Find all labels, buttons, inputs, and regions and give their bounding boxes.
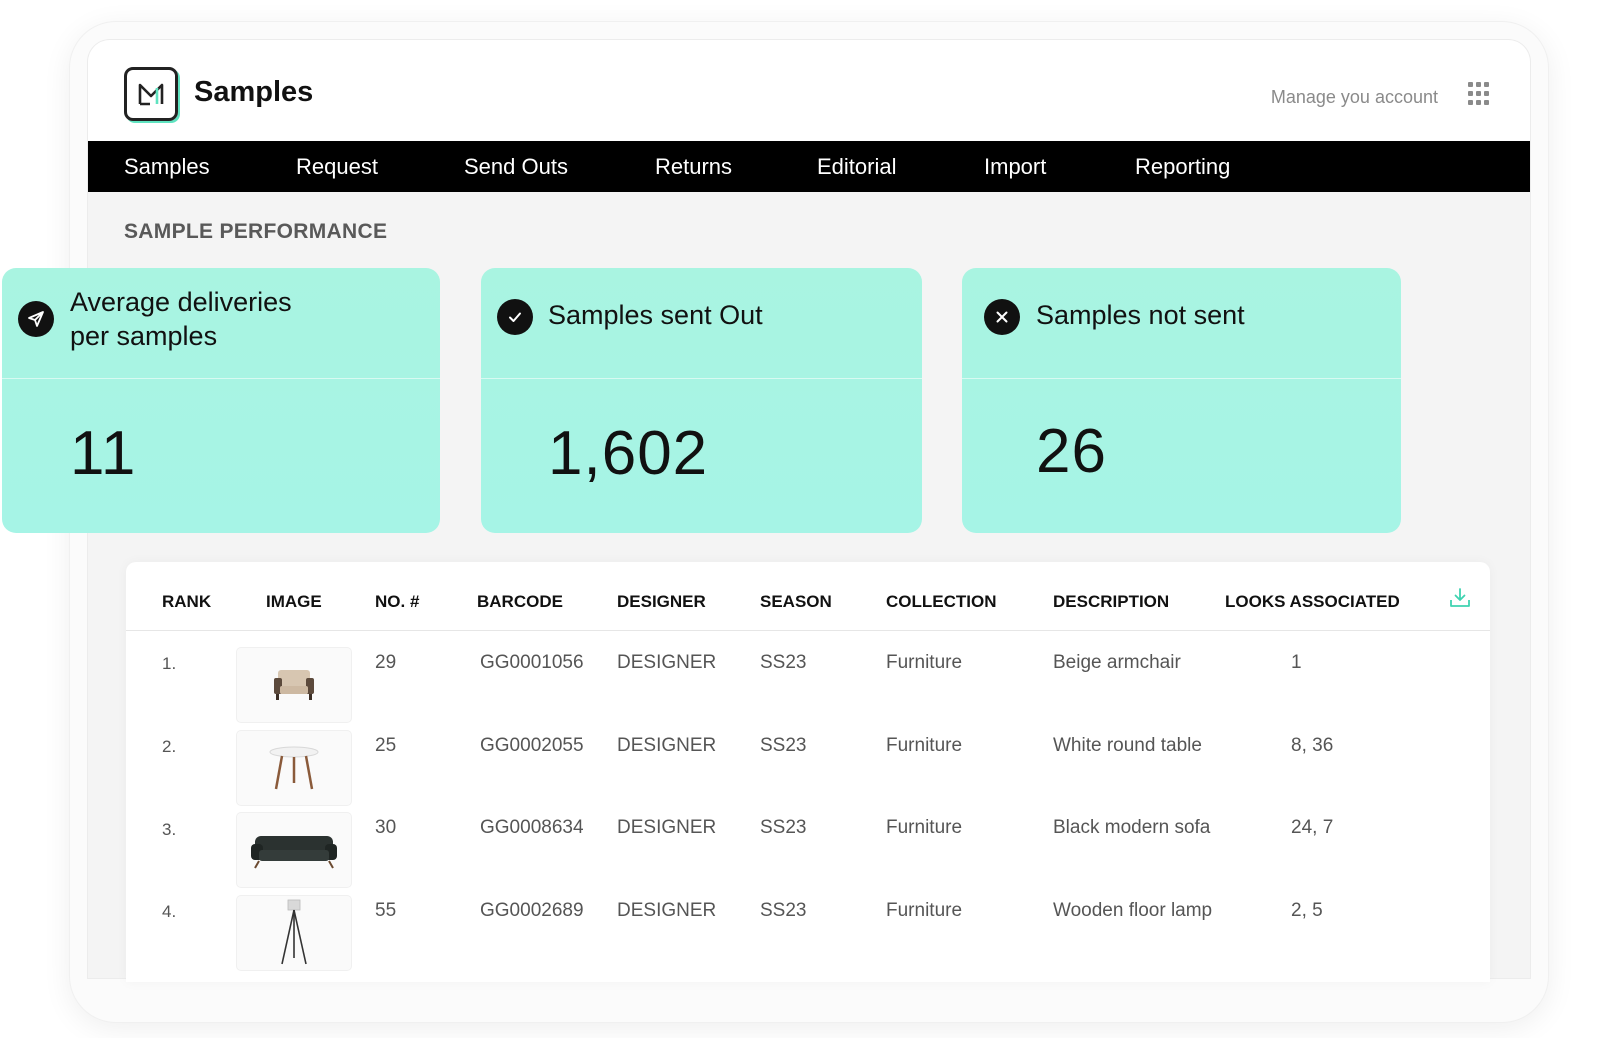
x-circle-icon	[984, 299, 1020, 335]
sample-image-armchair[interactable]	[237, 648, 351, 722]
cell-collection: Furniture	[886, 735, 963, 756]
card-divider	[481, 378, 922, 379]
paper-plane-icon	[18, 301, 54, 337]
cell-barcode: GG0008634	[480, 817, 584, 838]
nav-item-request[interactable]: Request	[296, 154, 378, 180]
col-header-image[interactable]: IMAGE	[266, 592, 322, 612]
stat-value: 26	[1036, 417, 1107, 486]
nav-item-samples[interactable]: Samples	[124, 154, 210, 180]
card-divider	[962, 378, 1401, 379]
nav-item-send-outs[interactable]: Send Outs	[464, 154, 568, 180]
app-logo-icon[interactable]	[124, 67, 178, 121]
cell-barcode: GG0002689	[480, 900, 584, 921]
app-title: Samples	[194, 76, 314, 108]
download-icon[interactable]	[1448, 586, 1472, 610]
cell-no: 29	[375, 652, 397, 673]
cell-looks: 1	[1291, 652, 1302, 673]
cell-rank: 1.	[162, 654, 177, 673]
col-header-barcode[interactable]: BARCODE	[477, 592, 563, 612]
nav-item-reporting[interactable]: Reporting	[1135, 154, 1230, 180]
cell-season: SS23	[760, 735, 807, 756]
cell-description: White round table	[1053, 735, 1202, 756]
nav-item-editorial[interactable]: Editorial	[817, 154, 896, 180]
card-divider	[2, 378, 440, 379]
col-header-designer[interactable]: DESIGNER	[617, 592, 706, 612]
cell-rank: 4.	[162, 902, 177, 921]
cell-designer: DESIGNER	[617, 735, 717, 756]
cell-collection: Furniture	[886, 817, 963, 838]
sample-image-round-table[interactable]	[237, 731, 351, 805]
stat-card-samples-not-sent: Samples not sent 26	[962, 268, 1401, 533]
cell-description: Wooden floor lamp	[1053, 900, 1213, 921]
cell-barcode: GG0001056	[480, 652, 584, 673]
stat-card-average-deliveries: Average deliveries per samples 11	[2, 268, 440, 533]
cell-looks: 24, 7	[1291, 817, 1334, 838]
stat-label-line2: per samples	[70, 321, 218, 351]
cell-no: 55	[375, 900, 397, 921]
cell-designer: DESIGNER	[617, 817, 717, 838]
stat-label: Average deliveries per samples	[70, 285, 292, 353]
stat-label: Samples not sent	[1036, 300, 1245, 330]
check-circle-icon	[497, 299, 533, 335]
nav-item-returns[interactable]: Returns	[655, 154, 732, 180]
section-title: SAMPLE PERFORMANCE	[124, 220, 388, 243]
col-header-rank[interactable]: RANK	[162, 592, 211, 612]
stat-value: 1,602	[548, 419, 709, 488]
col-header-description[interactable]: DESCRIPTION	[1053, 592, 1169, 612]
sample-performance-table: RANK IMAGE NO. # BARCODE DESIGNER SEASON…	[126, 562, 1490, 982]
cell-season: SS23	[760, 817, 807, 838]
stat-value: 11	[70, 419, 137, 488]
top-bar: Samples Manage you account	[88, 40, 1530, 141]
cell-description: Beige armchair	[1053, 652, 1181, 673]
cell-season: SS23	[760, 652, 807, 673]
cell-rank: 3.	[162, 820, 177, 839]
col-header-no[interactable]: NO. #	[375, 592, 419, 612]
cell-looks: 2, 5	[1291, 900, 1323, 921]
col-header-collection[interactable]: COLLECTION	[886, 592, 997, 612]
nav-item-import[interactable]: Import	[984, 154, 1046, 180]
cell-season: SS23	[760, 900, 807, 921]
sample-image-floor-lamp[interactable]	[237, 896, 351, 970]
cell-no: 25	[375, 735, 397, 756]
stat-label-line1: Average deliveries	[70, 287, 292, 317]
stat-card-samples-sent-out: Samples sent Out 1,602	[481, 268, 922, 533]
cell-collection: Furniture	[886, 900, 963, 921]
cell-designer: DESIGNER	[617, 652, 717, 673]
cell-no: 30	[375, 817, 397, 838]
cell-description: Black modern sofa	[1053, 817, 1211, 838]
stat-label: Samples sent Out	[548, 300, 763, 330]
col-header-looks-associated[interactable]: LOOKS ASSOCIATED	[1225, 592, 1400, 612]
cell-barcode: GG0002055	[480, 735, 584, 756]
cell-looks: 8, 36	[1291, 735, 1334, 756]
main-nav: Samples Request Send Outs Returns Editor…	[88, 141, 1530, 192]
app-grid-icon[interactable]	[1468, 82, 1492, 106]
col-header-season[interactable]: SEASON	[760, 592, 832, 612]
cell-rank: 2.	[162, 737, 177, 756]
manage-account-link[interactable]: Manage you account	[1271, 87, 1438, 108]
header-divider	[126, 630, 1490, 631]
sample-image-sofa[interactable]	[237, 813, 351, 887]
cell-designer: DESIGNER	[617, 900, 717, 921]
cell-collection: Furniture	[886, 652, 963, 673]
